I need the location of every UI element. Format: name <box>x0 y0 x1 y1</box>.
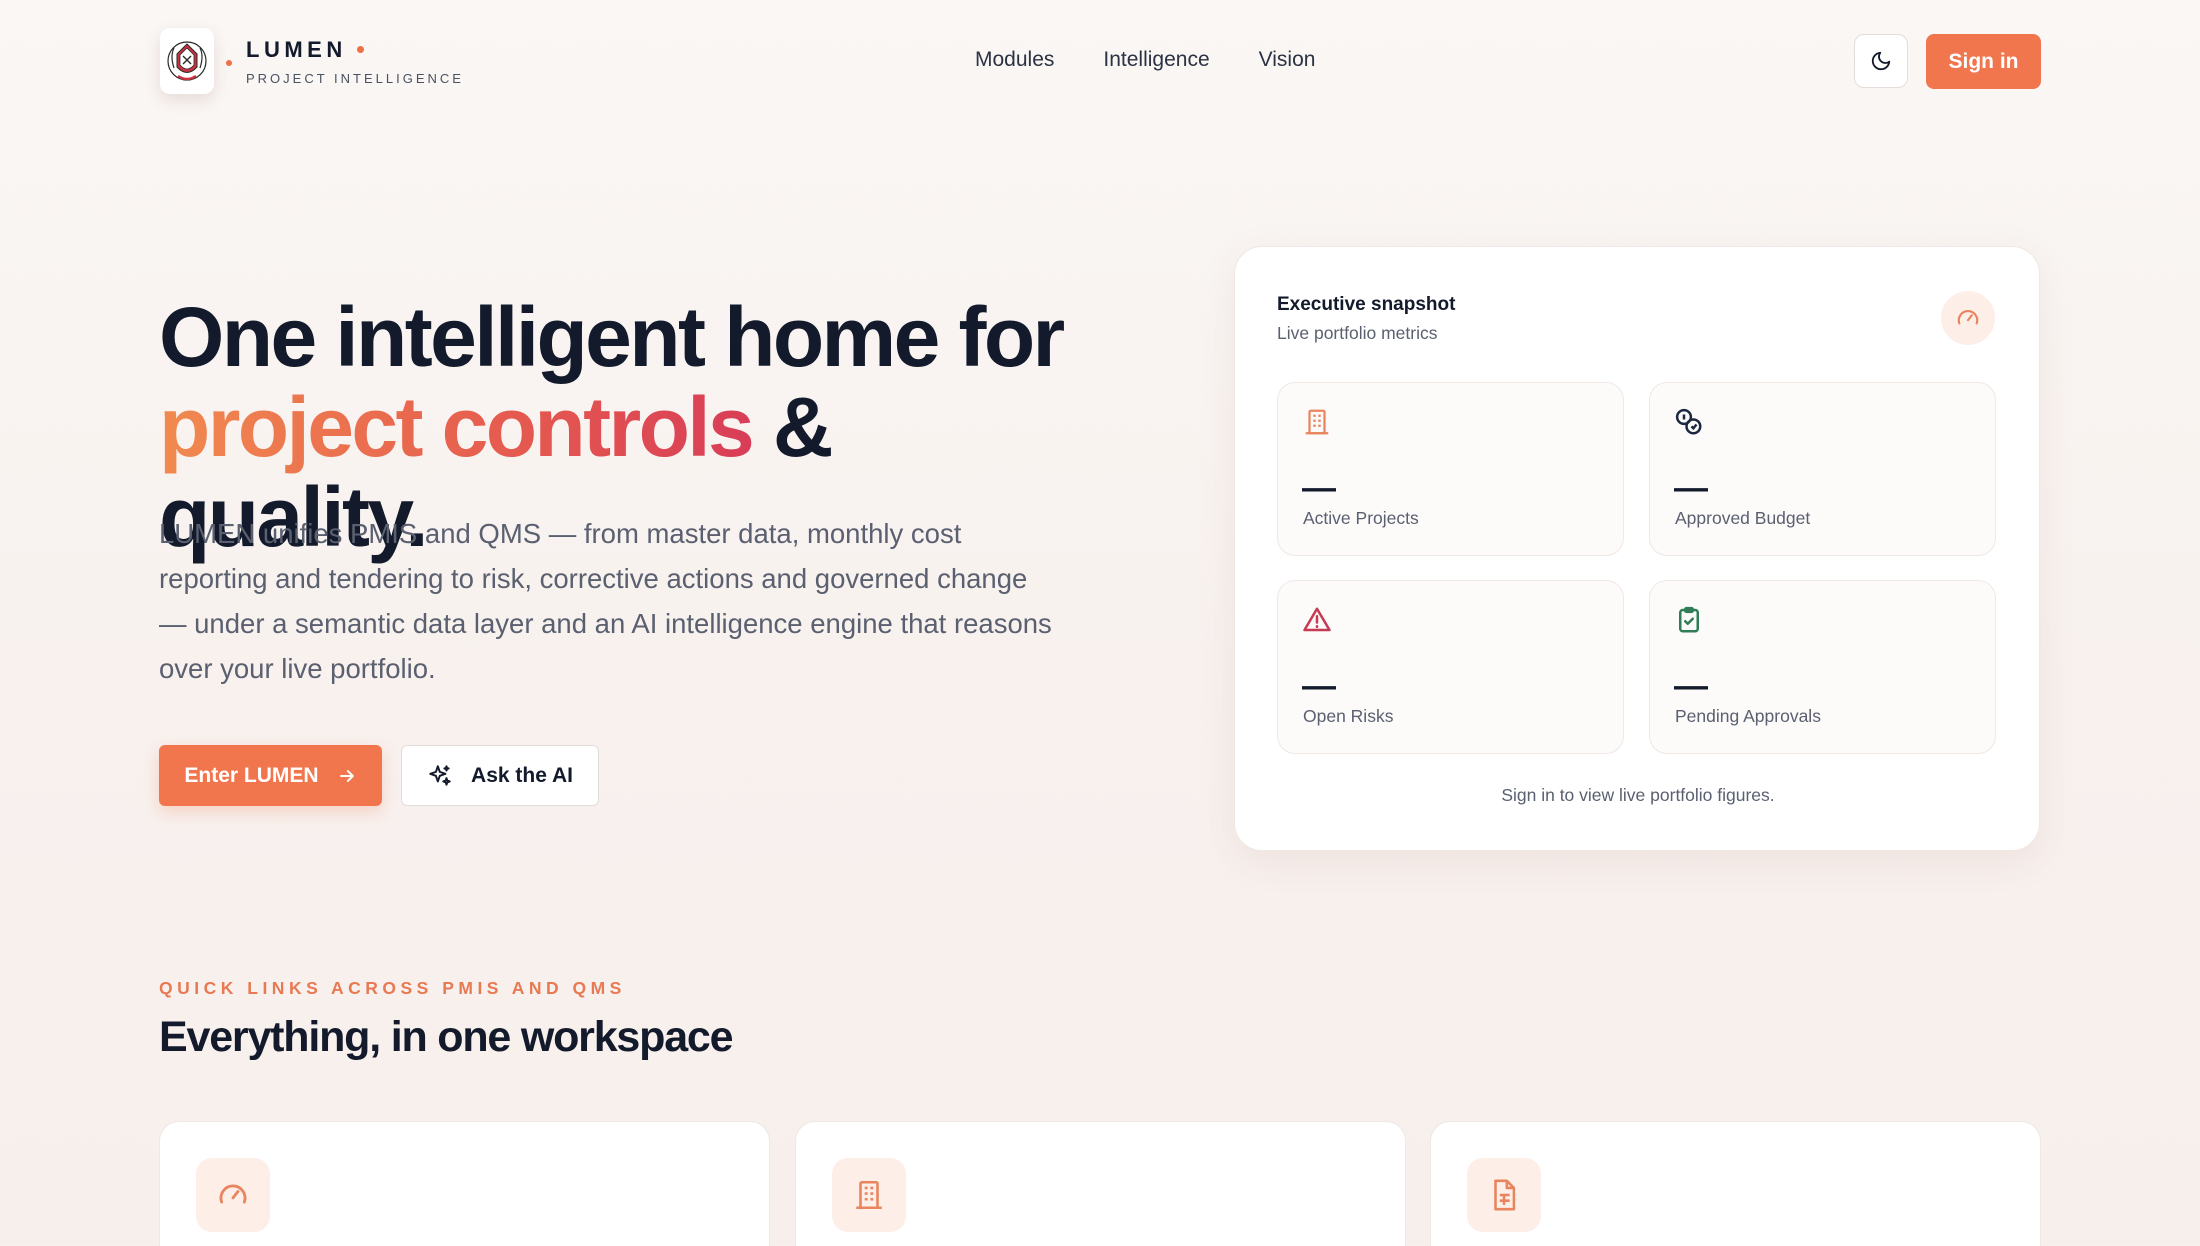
building-icon <box>1302 407 1332 437</box>
file-spreadsheet-icon <box>1467 1158 1541 1232</box>
brand-text: LUMEN PROJECT INTELLIGENCE <box>246 37 464 86</box>
snapshot-footer-note: Sign in to view live portfolio figures. <box>1501 785 1775 805</box>
metric-approved-budget[interactable]: — Approved Budget <box>1649 382 1996 556</box>
ask-ai-label: Ask the AI <box>471 763 573 787</box>
snapshot-title: Executive snapshot <box>1277 294 1456 315</box>
quick-links-kicker: QUICK LINKS ACROSS PMIS AND QMS <box>159 978 626 998</box>
metric-label: Active Projects <box>1303 508 1419 528</box>
brand-tagline: PROJECT INTELLIGENCE <box>246 70 464 86</box>
quick-links-title: Everything, in one workspace <box>159 1013 734 1061</box>
theme-toggle-button[interactable] <box>1854 34 1908 88</box>
nav-link-vision[interactable]: Vision <box>1259 48 1316 72</box>
metric-value: — <box>1674 469 1708 507</box>
quick-link-card-dashboard[interactable] <box>159 1121 770 1246</box>
metric-pending-approvals[interactable]: — Pending Approvals <box>1649 580 1996 754</box>
metric-label: Approved Budget <box>1675 508 1811 528</box>
brand[interactable]: LUMEN PROJECT INTELLIGENCE <box>160 28 464 94</box>
enter-lumen-button[interactable]: Enter LUMEN <box>159 745 382 806</box>
brand-name: LUMEN <box>246 37 464 63</box>
coins-icon <box>1674 407 1704 437</box>
nav-link-modules[interactable]: Modules <box>975 48 1054 72</box>
crest-logo-icon <box>160 28 214 94</box>
nav-link-intelligence[interactable]: Intelligence <box>1103 48 1209 72</box>
quick-link-card-reports[interactable] <box>1430 1121 2041 1246</box>
metric-value: — <box>1302 469 1336 507</box>
hero-title-accent: project controls <box>159 380 755 474</box>
metric-open-risks[interactable]: — Open Risks <box>1277 580 1624 754</box>
sparkles-icon <box>427 763 453 789</box>
hero-title-line1: One intelligent home for <box>159 290 1065 384</box>
metric-value: — <box>1302 667 1336 705</box>
snapshot-subtitle: Live portfolio metrics <box>1277 323 1438 343</box>
moon-icon <box>1870 50 1892 72</box>
main-nav: Modules Intelligence Vision <box>975 48 1315 72</box>
metric-active-projects[interactable]: — Active Projects <box>1277 382 1624 556</box>
ask-ai-button[interactable]: Ask the AI <box>401 745 599 806</box>
metric-value: — <box>1674 667 1708 705</box>
metric-label: Open Risks <box>1303 706 1394 726</box>
brand-separator-dot <box>226 60 232 66</box>
enter-lumen-label: Enter LUMEN <box>184 763 319 787</box>
top-header: LUMEN PROJECT INTELLIGENCE Modules Intel… <box>0 0 2200 126</box>
arrow-right-icon <box>337 766 357 786</box>
alert-triangle-icon <box>1302 605 1332 635</box>
quick-link-card-projects[interactable] <box>795 1121 1406 1246</box>
clipboard-check-icon <box>1674 605 1704 635</box>
metric-label: Pending Approvals <box>1675 706 1821 726</box>
gauge-icon <box>196 1158 270 1232</box>
building-icon <box>832 1158 906 1232</box>
brand-name-label: LUMEN <box>246 36 347 62</box>
brand-name-dot <box>356 46 364 53</box>
hero-description: LUMEN unifies PMIS and QMS — from master… <box>159 518 1052 684</box>
gauge-icon <box>1941 291 1995 345</box>
signin-button[interactable]: Sign in <box>1926 34 2041 89</box>
executive-snapshot-card: Executive snapshot Live portfolio metric… <box>1234 246 2040 851</box>
